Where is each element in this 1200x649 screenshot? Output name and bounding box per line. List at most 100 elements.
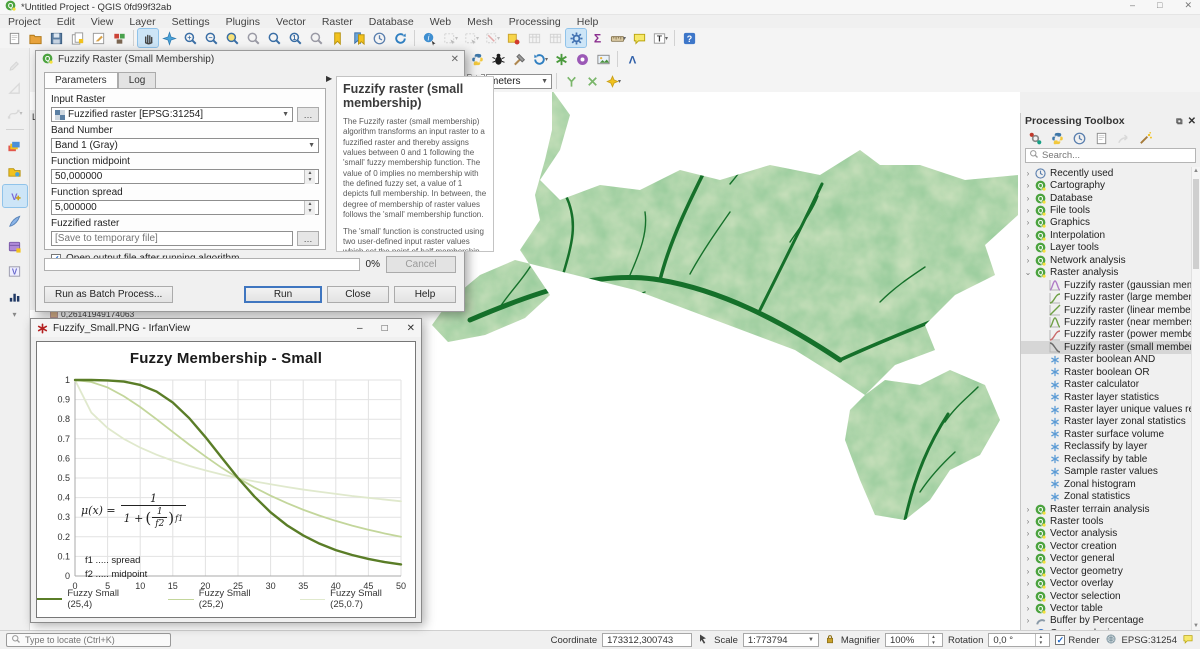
plugin-star-icon[interactable]	[551, 50, 571, 68]
menu-help[interactable]: Help	[569, 16, 607, 28]
viewer-maximize-icon[interactable]: □	[382, 323, 388, 334]
tree-item-raster-layer-statistics[interactable]: Raster layer statistics	[1021, 391, 1191, 403]
tree-item-vector-creation[interactable]: ›QVector creation	[1021, 540, 1191, 552]
image-export-icon[interactable]	[593, 50, 613, 68]
new-db-icon[interactable]	[3, 235, 27, 257]
processing-toolbox-icon[interactable]	[566, 29, 586, 47]
coordinate-input[interactable]: 173312,300743	[602, 633, 692, 647]
scale-select[interactable]: 1:773794▼	[743, 633, 819, 647]
toolbox-search[interactable]	[1025, 148, 1196, 163]
toolbox-search-input[interactable]	[1042, 150, 1182, 161]
spread-up-icon[interactable]: ▲	[305, 201, 315, 208]
toolbox-scrollbar[interactable]: ▲ ▼	[1191, 167, 1200, 630]
output-browse-button[interactable]: …	[297, 231, 319, 246]
viewer-close-icon[interactable]: ✕	[407, 323, 415, 334]
lambda-plugin-icon[interactable]: Λ	[622, 50, 642, 68]
toolbox-results-icon[interactable]	[1091, 129, 1111, 147]
tree-item-raster-tools[interactable]: ›QRaster tools	[1021, 515, 1191, 527]
disc-plugin-icon[interactable]	[572, 50, 592, 68]
tree-item-database[interactable]: ›QDatabase	[1021, 192, 1191, 204]
python-console-icon[interactable]	[467, 50, 487, 68]
save-project-icon[interactable]	[46, 29, 66, 47]
locate-input[interactable]	[25, 635, 155, 645]
input-raster-browse-button[interactable]: …	[297, 107, 319, 122]
rotate-feature-icon[interactable]: ▾	[603, 72, 623, 90]
tree-item-contour-plugin[interactable]: ›Contour plugin	[1021, 627, 1191, 630]
tree-item-recently-used[interactable]: ›Recently used	[1021, 167, 1191, 179]
debug-icon[interactable]	[488, 50, 508, 68]
tab-parameters[interactable]: Parameters	[44, 72, 118, 88]
menu-processing[interactable]: Processing	[501, 16, 569, 28]
new-spatialite-icon[interactable]	[3, 160, 27, 182]
menu-project[interactable]: Project	[0, 16, 49, 28]
delete-part-icon[interactable]	[582, 72, 602, 90]
tree-item-buffer-by-percentage[interactable]: ›Buffer by Percentage	[1021, 615, 1191, 627]
show-bookmarks-icon[interactable]	[348, 29, 368, 47]
menu-plugins[interactable]: Plugins	[218, 16, 268, 28]
viewer-titlebar[interactable]: Fuzzify_Small.PNG - IrfanView – □ ✕	[31, 319, 421, 337]
tree-item-reclassify-by-table[interactable]: Reclassify by table	[1021, 453, 1191, 465]
zoom-to-layer-icon[interactable]	[264, 29, 284, 47]
tree-item-vector-table[interactable]: ›QVector table	[1021, 602, 1191, 614]
tab-log[interactable]: Log	[118, 72, 157, 88]
pan-map-icon[interactable]	[138, 29, 158, 47]
tree-item-sample-raster-values[interactable]: Sample raster values	[1021, 466, 1191, 478]
render-checkbox[interactable]: ✓	[1055, 635, 1065, 645]
tree-item-zonal-statistics[interactable]: Zonal statistics	[1021, 490, 1191, 502]
pan-to-selection-icon[interactable]	[159, 29, 179, 47]
menu-mesh[interactable]: Mesh	[459, 16, 501, 28]
zoom-in-icon[interactable]: +	[180, 29, 200, 47]
run-button[interactable]: Run	[244, 286, 322, 303]
units-select[interactable]: meters▼	[486, 74, 552, 89]
locate-box[interactable]	[6, 633, 171, 647]
statistics-icon[interactable]: Σ	[587, 29, 607, 47]
select-by-form-icon[interactable]	[503, 29, 523, 47]
zoom-full-icon[interactable]	[222, 29, 242, 47]
tree-item-vector-overlay[interactable]: ›QVector overlay	[1021, 577, 1191, 589]
tree-item-fuzzify-raster-near-membership-[interactable]: Fuzzify raster (near membership)	[1021, 316, 1191, 328]
help-button[interactable]: Help	[394, 286, 456, 303]
close-button[interactable]: Close	[327, 286, 389, 303]
new-geopackage-icon[interactable]	[3, 210, 27, 232]
tree-item-fuzzify-raster-small-membership-[interactable]: Fuzzify raster (small membership)	[1021, 341, 1191, 353]
tree-item-raster-terrain-analysis[interactable]: ›QRaster terrain analysis	[1021, 503, 1191, 515]
tree-item-vector-geometry[interactable]: ›QVector geometry	[1021, 565, 1191, 577]
measure-icon[interactable]: ▾	[608, 29, 628, 47]
lock-scale-icon[interactable]	[824, 633, 836, 648]
crs-globe-icon[interactable]	[1105, 633, 1117, 648]
dialog-titlebar[interactable]: Q Fuzzify Raster (Small Membership) ✕	[36, 51, 464, 68]
viewer-minimize-icon[interactable]: –	[357, 323, 363, 334]
spread-down-icon[interactable]: ▼	[305, 208, 315, 215]
output-path-input[interactable]	[51, 231, 293, 246]
new-virtual-layer-icon[interactable]: V	[3, 260, 27, 282]
midpoint-down-icon[interactable]: ▼	[305, 177, 315, 184]
midpoint-spinbox[interactable]: 50,000000 ▲▼	[51, 169, 319, 184]
help-icon[interactable]: ?	[679, 29, 699, 47]
toolbox-close-icon[interactable]: ✕	[1188, 116, 1196, 127]
crs-label[interactable]: EPSG:31254	[1122, 635, 1177, 646]
tree-item-raster-layer-unique-values-report[interactable]: Raster layer unique values report	[1021, 403, 1191, 415]
tree-item-raster-analysis[interactable]: ⌄QRaster analysis	[1021, 267, 1191, 279]
tree-item-fuzzify-raster-gaussian-membership-[interactable]: Fuzzify raster (gaussian membership)	[1021, 279, 1191, 291]
menu-edit[interactable]: Edit	[49, 16, 83, 28]
rotation-spinbox[interactable]: 0,0 °▲▼	[988, 633, 1050, 647]
dialog-close-icon[interactable]: ✕	[451, 54, 459, 65]
new-project-icon[interactable]	[4, 29, 24, 47]
temporal-controller-icon[interactable]	[369, 29, 389, 47]
offset-curve-icon[interactable]	[561, 72, 581, 90]
tree-item-vector-analysis[interactable]: ›QVector analysis	[1021, 528, 1191, 540]
tree-item-fuzzify-raster-large-membership-[interactable]: Fuzzify raster (large membership)	[1021, 291, 1191, 303]
toolbox-float-icon[interactable]: ⧉	[1176, 116, 1182, 127]
tree-item-raster-layer-zonal-statistics[interactable]: Raster layer zonal statistics	[1021, 416, 1191, 428]
zoom-last-icon[interactable]	[306, 29, 326, 47]
refresh-icon[interactable]	[390, 29, 410, 47]
osgeo-tools-icon[interactable]	[509, 50, 529, 68]
menu-vector[interactable]: Vector	[268, 16, 314, 28]
tree-item-network-analysis[interactable]: ›QNetwork analysis	[1021, 254, 1191, 266]
toolbox-python-icon[interactable]	[1047, 129, 1067, 147]
menu-settings[interactable]: Settings	[164, 16, 218, 28]
menu-view[interactable]: View	[83, 16, 122, 28]
minimize-window-icon[interactable]: –	[1130, 0, 1135, 11]
toolbox-options-icon[interactable]	[1135, 129, 1155, 147]
coordinate-capture-icon[interactable]	[697, 633, 709, 648]
